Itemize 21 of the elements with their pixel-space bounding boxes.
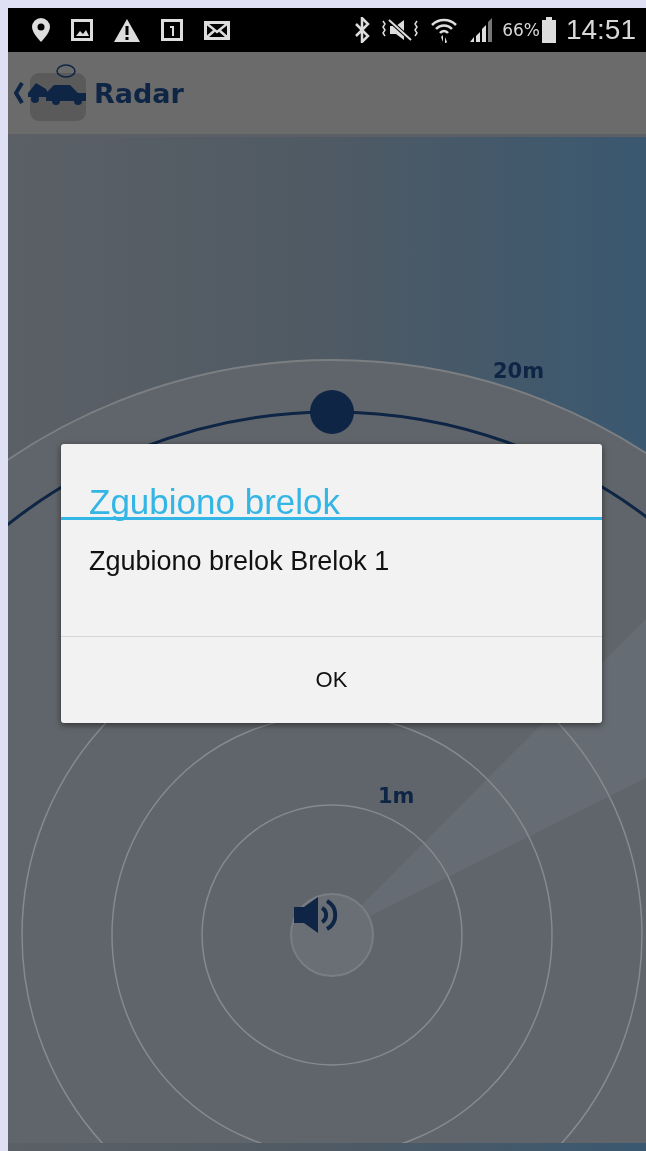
back-chevron-icon[interactable] [14, 82, 24, 104]
dialog-title: Zgubiono brelok [61, 444, 602, 520]
clock-time: 14:51 [565, 14, 636, 46]
distance-label: 1m [378, 784, 415, 808]
vibrate-mute-icon [380, 18, 421, 42]
wifi-icon [430, 17, 459, 43]
car-logo-icon [26, 63, 88, 123]
ok-button[interactable]: OK [61, 637, 602, 723]
tag-marker [310, 390, 354, 434]
calendar-icon [161, 19, 183, 41]
battery-percent: 66% [502, 20, 540, 40]
screen-title: Radar [94, 77, 184, 109]
mail-icon [204, 20, 230, 40]
speaker-icon [292, 895, 338, 935]
dialog-message: Zgubiono brelok Brelok 1 [61, 520, 602, 637]
bluetooth-icon [354, 17, 371, 43]
battery-icon [541, 17, 556, 43]
warning-icon [114, 18, 140, 42]
location-pin-icon [32, 18, 50, 42]
image-icon [71, 19, 93, 41]
signal-icon [468, 18, 493, 42]
